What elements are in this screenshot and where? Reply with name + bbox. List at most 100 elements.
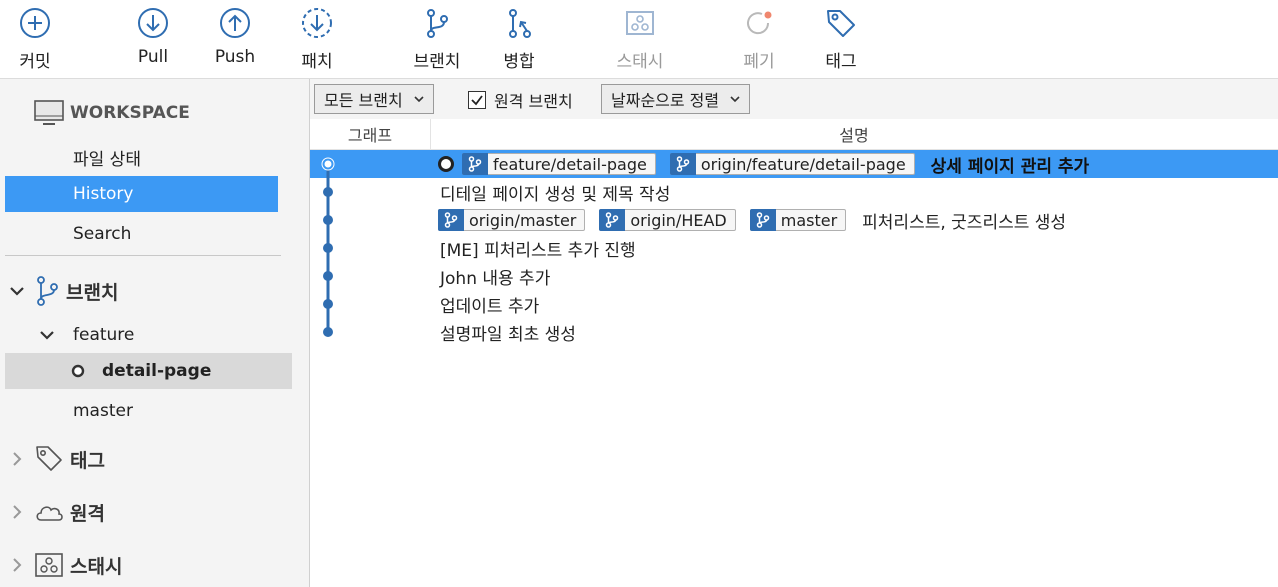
branch-ref-badge[interactable]: origin/HEAD <box>599 209 736 231</box>
description-column-label: 설명 <box>839 126 869 145</box>
sort-dropdown[interactable]: 날짜순으로 정렬 <box>601 84 751 114</box>
current-branch-label: detail-page <box>102 361 212 381</box>
discard-refresh-icon <box>747 11 772 35</box>
branch-label: 브랜치 <box>413 52 461 72</box>
merge-button[interactable]: 병합 <box>484 6 554 72</box>
tag-button[interactable]: 태그 <box>806 6 876 72</box>
commit-message: 설명파일 최초 생성 <box>440 324 576 345</box>
sort-value: 날짜순으로 정렬 <box>611 91 720 110</box>
tags-label: 태그 <box>70 449 105 472</box>
push-label: Push <box>214 47 256 67</box>
patch-button[interactable]: 패치 <box>282 6 352 72</box>
remote-branches-label: 원격 브랜치 <box>494 92 573 111</box>
sidebar-section-tags[interactable]: 태그 <box>8 441 105 477</box>
branch-icon <box>599 209 626 231</box>
search-label: Search <box>73 224 132 244</box>
branch-button[interactable]: 브랜치 <box>402 6 472 72</box>
stash-box-icon <box>626 11 654 35</box>
sidebar-section-stashes[interactable]: 스태시 <box>8 547 122 583</box>
commit-row[interactable]: feature/detail-page origin/feature/detail… <box>310 150 1278 178</box>
commit-message: [ME] 피처리스트 추가 진행 <box>440 240 636 261</box>
graph-node[interactable] <box>323 243 333 253</box>
stashes-label: 스태시 <box>70 555 123 578</box>
sidebar-item-history[interactable]: History <box>5 176 278 212</box>
commit-button[interactable]: 커밋 <box>0 6 70 72</box>
commit-description: 설명파일 최초 생성 <box>438 318 576 346</box>
push-button[interactable]: Push <box>200 6 270 72</box>
branches-label: 브랜치 <box>66 281 119 304</box>
commit-description: [ME] 피처리스트 추가 진행 <box>438 234 636 262</box>
graph-node[interactable] <box>323 271 333 281</box>
graph-node[interactable] <box>323 215 333 225</box>
graph-node[interactable] <box>323 299 333 309</box>
chevron-down-icon <box>730 96 740 103</box>
graph-node[interactable] <box>323 327 333 337</box>
graph-node[interactable] <box>323 187 333 197</box>
history-label: History <box>73 184 134 204</box>
commit-row[interactable]: [ME] 피처리스트 추가 진행 <box>310 234 1278 262</box>
commit-message: 피처리스트, 굿즈리스트 생성 <box>862 212 1067 233</box>
chevron-down-icon <box>40 331 54 340</box>
commit-row[interactable]: origin/master origin/HEAD master 피처리스트, 굿즈리… <box>310 206 1278 234</box>
feature-folder-label: feature <box>73 325 135 345</box>
branch-ref-badge[interactable]: master <box>749 209 847 231</box>
sidebar: WORKSPACE 파일 상태 History Search 브랜치 featu… <box>0 79 310 587</box>
branch-ref-badge[interactable]: feature/detail-page <box>462 153 656 175</box>
branch-filter-value: 모든 브랜치 <box>324 91 403 110</box>
commit-description: feature/detail-page origin/feature/detail… <box>438 150 1089 178</box>
commit-row[interactable]: John 내용 추가 <box>310 262 1278 290</box>
arrow-down-circle-icon <box>138 8 168 38</box>
stash-button[interactable]: 스태시 <box>605 6 675 72</box>
sidebar-section-remotes[interactable]: 원격 <box>8 494 105 530</box>
branch-icon <box>462 153 488 175</box>
branch-ref-label: origin/feature/detail-page <box>700 154 906 174</box>
branch-icon <box>37 276 58 306</box>
tag-label: 태그 <box>825 52 857 72</box>
workspace-label: WORKSPACE <box>70 103 190 123</box>
branch-item-master[interactable]: master <box>5 393 292 429</box>
branch-icon <box>427 9 448 38</box>
branch-icon <box>669 153 696 175</box>
sidebar-divider <box>5 255 281 256</box>
description-column-header[interactable]: 설명 <box>430 119 1278 149</box>
branch-icon <box>438 209 464 231</box>
discard-button[interactable]: 폐기 <box>724 6 794 72</box>
commit-list: feature/detail-page origin/feature/detail… <box>310 150 1278 350</box>
branch-filter-dropdown[interactable]: 모든 브랜치 <box>314 84 434 114</box>
commit-message: 상세 페이지 관리 추가 <box>930 156 1090 177</box>
remote-branches-toggle[interactable]: 원격 브랜치 <box>468 89 573 111</box>
pull-button[interactable]: Pull <box>118 6 188 72</box>
commit-graph <box>321 157 335 337</box>
chevron-right-icon <box>13 452 22 466</box>
branch-ref-badge[interactable]: origin/feature/detail-page <box>669 153 915 175</box>
monitor-icon <box>34 100 64 125</box>
head-indicator-icon <box>438 156 454 172</box>
branch-ref-badge[interactable]: origin/master <box>438 209 586 231</box>
branch-ref-label: master <box>780 210 838 230</box>
remotes-label: 원격 <box>70 502 105 525</box>
commit-row[interactable]: 설명파일 최초 생성 <box>310 318 1278 346</box>
commit-table-header: 그래프 설명 <box>310 119 1278 150</box>
merge-icon <box>509 9 531 38</box>
branch-folder-feature[interactable]: feature <box>5 317 292 353</box>
chevron-right-icon <box>13 505 22 519</box>
commit-row[interactable]: 디테일 페이지 생성 및 제목 작성 <box>310 178 1278 206</box>
commit-row[interactable]: 업데이트 추가 <box>310 290 1278 318</box>
sidebar-section-branches[interactable]: 브랜치 <box>8 273 118 309</box>
sidebar-item-search[interactable]: Search <box>5 216 278 252</box>
patch-label: 패치 <box>301 52 333 72</box>
chevron-right-icon <box>13 558 22 572</box>
branch-icon <box>749 209 776 231</box>
discard-label: 폐기 <box>743 52 775 72</box>
remote-branches-checkbox[interactable] <box>468 91 486 109</box>
history-panel: 모든 브랜치 원격 브랜치 날짜순으로 정렬 그래프 설명 feature/de… <box>310 79 1278 587</box>
branch-item-detail-page[interactable]: detail-page <box>5 353 292 389</box>
tag-icon <box>827 10 855 37</box>
sidebar-item-file-status[interactable]: 파일 상태 <box>5 139 278 175</box>
branch-ref-label: feature/detail-page <box>493 154 647 174</box>
commit-message: John 내용 추가 <box>440 268 551 289</box>
pull-label: Pull <box>137 47 169 67</box>
commit-message: 업데이트 추가 <box>440 296 540 317</box>
graph-column-header[interactable]: 그래프 <box>310 119 431 149</box>
arrow-up-circle-icon <box>220 8 250 38</box>
